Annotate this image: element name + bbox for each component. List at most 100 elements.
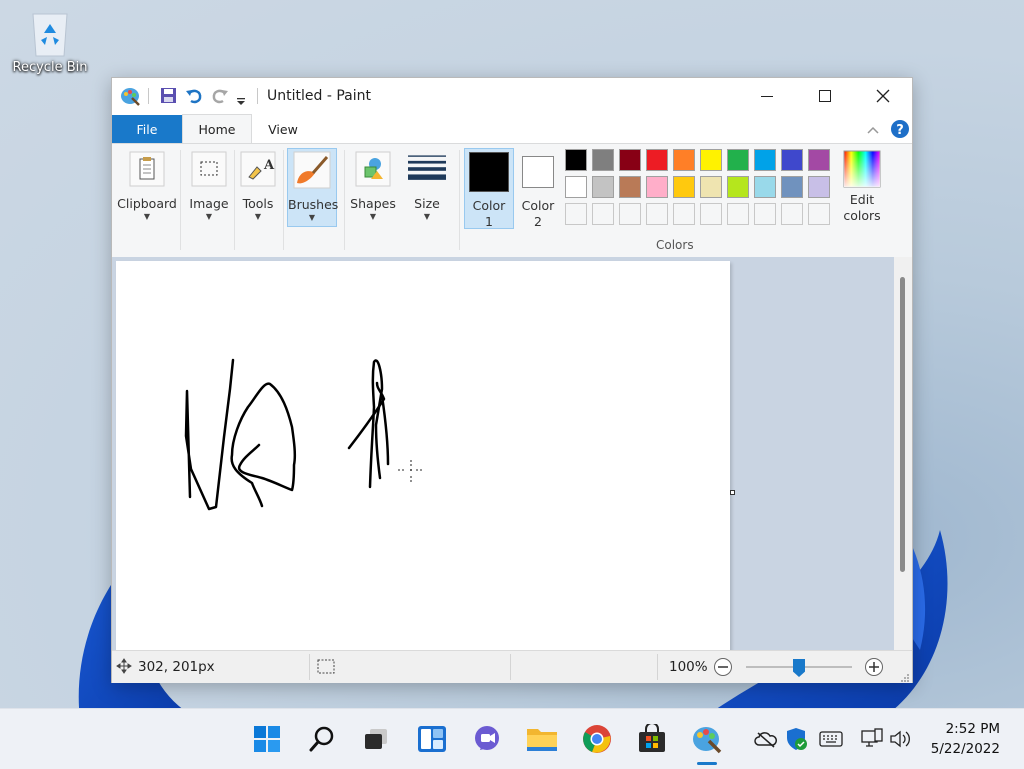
edit-colors-button[interactable]: Edit colors xyxy=(840,148,884,252)
ribbon-tabs: File Home View ? xyxy=(112,114,912,144)
zoom-level: 100% xyxy=(669,659,708,675)
security-tray-icon[interactable] xyxy=(785,727,809,751)
palette-swatch[interactable] xyxy=(808,149,830,171)
color1-button[interactable]: Color 1 xyxy=(464,148,514,229)
undo-icon[interactable] xyxy=(185,87,203,109)
palette-swatch-empty[interactable] xyxy=(673,203,695,225)
keyboard-tray-icon[interactable] xyxy=(819,727,843,751)
zoom-in-button[interactable] xyxy=(864,657,884,681)
palette-swatch[interactable] xyxy=(781,176,803,198)
title-separator xyxy=(148,88,149,104)
onedrive-tray-icon[interactable] xyxy=(754,727,778,751)
redo-icon[interactable] xyxy=(211,87,229,109)
network-tray-icon[interactable] xyxy=(860,727,884,751)
drawing-canvas[interactable] xyxy=(116,261,730,650)
palette-swatch-empty[interactable] xyxy=(727,203,749,225)
tab-view[interactable]: View xyxy=(252,115,314,143)
file-explorer-button[interactable] xyxy=(526,723,558,755)
palette-swatch-empty[interactable] xyxy=(646,203,668,225)
palette-swatch-empty[interactable] xyxy=(565,203,587,225)
palette-swatch[interactable] xyxy=(592,149,614,171)
clipboard-label: Clipboard xyxy=(117,196,177,211)
minimize-button[interactable] xyxy=(738,78,796,114)
palette-swatch[interactable] xyxy=(673,176,695,198)
paint-app-icon[interactable] xyxy=(120,86,140,110)
tools-button[interactable]: A Tools ▼ xyxy=(236,148,280,252)
selection-size-icon xyxy=(317,659,335,678)
palette-swatch-empty[interactable] xyxy=(781,203,803,225)
taskbar-clock[interactable]: 2:52 PM 5/22/2022 xyxy=(931,719,1000,759)
palette-swatch[interactable] xyxy=(565,176,587,198)
active-app-indicator xyxy=(697,762,717,765)
close-icon xyxy=(876,89,890,103)
chrome-button[interactable] xyxy=(581,723,613,755)
store-button[interactable] xyxy=(636,723,668,755)
palette-swatch[interactable] xyxy=(619,149,641,171)
palette-swatch[interactable] xyxy=(808,176,830,198)
shapes-dropdown-arrow: ▼ xyxy=(369,212,377,221)
brushes-label: Brushes xyxy=(288,197,339,212)
palette-swatch[interactable] xyxy=(700,176,722,198)
image-button[interactable]: Image ▼ xyxy=(184,148,234,252)
select-icon xyxy=(190,150,228,188)
close-button[interactable] xyxy=(854,78,912,114)
palette-swatch[interactable] xyxy=(565,149,587,171)
teams-chat-button[interactable] xyxy=(471,723,503,755)
maximize-button[interactable] xyxy=(796,78,854,114)
task-view-button[interactable] xyxy=(360,723,392,755)
palette-swatch[interactable] xyxy=(646,176,668,198)
title-bar: Untitled - Paint xyxy=(112,78,912,114)
shapes-button[interactable]: Shapes ▼ xyxy=(348,148,398,252)
brushes-button[interactable]: Brushes ▼ xyxy=(287,148,339,227)
widgets-button[interactable] xyxy=(416,723,448,755)
palette-swatch[interactable] xyxy=(646,149,668,171)
palette-swatch[interactable] xyxy=(727,176,749,198)
crosshair-cursor-icon xyxy=(398,460,424,482)
paint-taskbar-button[interactable] xyxy=(691,723,723,755)
scrollbar-thumb[interactable] xyxy=(900,277,905,572)
palette-swatch[interactable] xyxy=(592,176,614,198)
widgets-icon xyxy=(418,726,446,752)
tools-dropdown-arrow: ▼ xyxy=(254,212,262,221)
resize-grip-icon[interactable] xyxy=(900,671,910,687)
zoom-slider-thumb[interactable] xyxy=(793,659,805,677)
palette-swatch-empty[interactable] xyxy=(592,203,614,225)
palette-swatch[interactable] xyxy=(727,149,749,171)
recycle-bin-icon xyxy=(27,8,73,58)
palette-swatch-empty[interactable] xyxy=(754,203,776,225)
task-view-icon xyxy=(365,729,387,749)
clipboard-button[interactable]: Clipboard ▼ xyxy=(117,148,177,252)
palette-swatch-empty[interactable] xyxy=(808,203,830,225)
palette-swatch-empty[interactable] xyxy=(619,203,641,225)
clipboard-icon xyxy=(128,150,166,188)
palette-swatch[interactable] xyxy=(619,176,641,198)
start-button[interactable] xyxy=(251,723,283,755)
help-icon[interactable]: ? xyxy=(890,119,910,143)
tab-file[interactable]: File xyxy=(112,115,182,143)
zoom-out-button[interactable] xyxy=(713,657,733,681)
color2-button[interactable]: Color 2 xyxy=(515,148,561,252)
palette-swatch[interactable] xyxy=(781,149,803,171)
volume-tray-icon[interactable] xyxy=(889,727,913,751)
palette-swatch[interactable] xyxy=(700,149,722,171)
size-label: Size xyxy=(414,196,440,211)
tab-home[interactable]: Home xyxy=(182,114,252,144)
collapse-ribbon-icon[interactable] xyxy=(866,121,880,140)
drawing-strokes xyxy=(184,358,390,511)
customize-quick-access-icon[interactable] xyxy=(236,92,246,111)
palette-swatch[interactable] xyxy=(754,149,776,171)
save-icon[interactable] xyxy=(160,87,177,108)
folder-icon xyxy=(527,729,557,751)
recycle-bin-desktop-icon[interactable]: Recycle Bin xyxy=(6,8,94,75)
chat-icon xyxy=(475,726,499,750)
palette-swatch[interactable] xyxy=(673,149,695,171)
palette-swatch-empty[interactable] xyxy=(700,203,722,225)
vertical-scrollbar[interactable] xyxy=(894,257,912,650)
size-button[interactable]: Size ▼ xyxy=(402,148,452,252)
palette-swatch[interactable] xyxy=(754,176,776,198)
chrome-icon xyxy=(583,725,611,753)
search-button[interactable] xyxy=(306,723,338,755)
tools-label: Tools xyxy=(242,196,274,211)
canvas-resize-handle[interactable] xyxy=(730,490,735,495)
image-dropdown-arrow: ▼ xyxy=(205,212,213,221)
